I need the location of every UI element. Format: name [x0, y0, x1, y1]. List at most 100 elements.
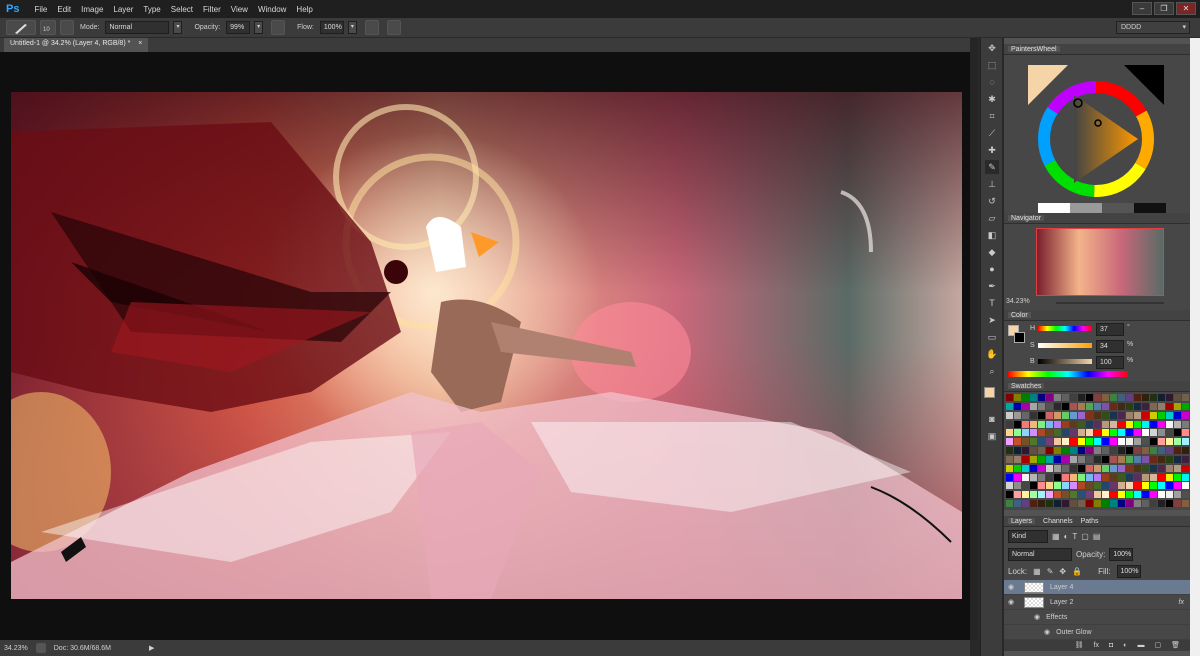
- swatch-cell[interactable]: [1134, 473, 1141, 481]
- swatch-cell[interactable]: [1182, 473, 1189, 481]
- swatch-cell[interactable]: [1006, 455, 1013, 463]
- swatch-cell[interactable]: [1006, 464, 1013, 472]
- color-wheel[interactable]: [1004, 55, 1190, 213]
- brightness-input[interactable]: 100: [1096, 356, 1124, 369]
- swatch-cell[interactable]: [1046, 464, 1053, 472]
- swatch-cell[interactable]: [1006, 482, 1013, 490]
- swatch-cell[interactable]: [1070, 438, 1077, 446]
- swatch-cell[interactable]: [1062, 464, 1069, 472]
- swatch-cell[interactable]: [1038, 411, 1045, 419]
- swatch-cell[interactable]: [1086, 402, 1093, 410]
- swatch-cell[interactable]: [1078, 402, 1085, 410]
- swatch-cell[interactable]: [1110, 402, 1117, 410]
- swatch-cell[interactable]: [1006, 420, 1013, 428]
- swatch-cell[interactable]: [1054, 482, 1061, 490]
- swatch-cell[interactable]: [1086, 464, 1093, 472]
- swatch-cell[interactable]: [1094, 429, 1101, 437]
- swatch-cell[interactable]: [1142, 420, 1149, 428]
- swatch-cell[interactable]: [1102, 438, 1109, 446]
- swatch-cell[interactable]: [1126, 464, 1133, 472]
- swatch-cell[interactable]: [1158, 482, 1165, 490]
- swatch-cell[interactable]: [1142, 429, 1149, 437]
- swatch-cell[interactable]: [1150, 464, 1157, 472]
- swatch-cell[interactable]: [1054, 473, 1061, 481]
- crop-tool-icon[interactable]: ⌗: [985, 109, 999, 123]
- navigator-tab[interactable]: Navigator: [1008, 215, 1044, 222]
- swatch-cell[interactable]: [1182, 491, 1189, 499]
- swatch-cell[interactable]: [1006, 438, 1013, 446]
- swatch-cell[interactable]: [1046, 447, 1053, 455]
- brightness-slider[interactable]: [1038, 359, 1092, 364]
- swatch-cell[interactable]: [1038, 438, 1045, 446]
- artwork-canvas[interactable]: [11, 92, 962, 599]
- swatch-cell[interactable]: [1062, 455, 1069, 463]
- swatch-cell[interactable]: [1174, 464, 1181, 472]
- swatch-cell[interactable]: [1182, 411, 1189, 419]
- swatch-cell[interactable]: [1038, 447, 1045, 455]
- swatch-cell[interactable]: [1086, 420, 1093, 428]
- painterswheel-tab[interactable]: PaintersWheel: [1008, 46, 1060, 53]
- swatch-cell[interactable]: [1086, 394, 1093, 401]
- swatch-cell[interactable]: [1166, 402, 1173, 410]
- swatch-cell[interactable]: [1030, 455, 1037, 463]
- swatch-cell[interactable]: [1078, 411, 1085, 419]
- swatch-cell[interactable]: [1030, 491, 1037, 499]
- swatch-cell[interactable]: [1166, 420, 1173, 428]
- mode-select[interactable]: Normal: [105, 21, 170, 34]
- swatch-cell[interactable]: [1110, 464, 1117, 472]
- swatch-cell[interactable]: [1126, 473, 1133, 481]
- layer-row[interactable]: ◉ Layer 2 fx: [1004, 595, 1190, 610]
- swatch-cell[interactable]: [1078, 482, 1085, 490]
- swatch-cell[interactable]: [1110, 473, 1117, 481]
- flow-dropdown-arrow[interactable]: ▾: [347, 21, 357, 34]
- swatch-cell[interactable]: [1134, 402, 1141, 410]
- swatch-cell[interactable]: [1078, 500, 1085, 508]
- swatch-cell[interactable]: [1102, 420, 1109, 428]
- swatch-cell[interactable]: [1062, 500, 1069, 508]
- swatch-cell[interactable]: [1078, 464, 1085, 472]
- status-arrow-icon[interactable]: ▶: [149, 644, 154, 652]
- swatch-cell[interactable]: [1174, 482, 1181, 490]
- swatch-cell[interactable]: [1134, 438, 1141, 446]
- swatch-cell[interactable]: [1118, 420, 1125, 428]
- swatch-cell[interactable]: [1046, 491, 1053, 499]
- swatch-cell[interactable]: [1150, 411, 1157, 419]
- menu-image[interactable]: Image: [76, 5, 108, 14]
- swatch-cell[interactable]: [1134, 491, 1141, 499]
- swatch-cell[interactable]: [1166, 447, 1173, 455]
- lock-pixels-icon[interactable]: ✎: [1047, 567, 1054, 576]
- swatch-cell[interactable]: [1062, 491, 1069, 499]
- swatch-cell[interactable]: [1070, 429, 1077, 437]
- swatch-cell[interactable]: [1102, 464, 1109, 472]
- swatch-cell[interactable]: [1022, 420, 1029, 428]
- swatch-cell[interactable]: [1014, 429, 1021, 437]
- swatch-cell[interactable]: [1030, 420, 1037, 428]
- swatch-cell[interactable]: [1094, 411, 1101, 419]
- eraser-tool-icon[interactable]: ▱: [985, 211, 999, 225]
- swatch-cell[interactable]: [1174, 473, 1181, 481]
- add-mask-icon[interactable]: ◘: [1109, 642, 1113, 649]
- tool-preset-picker[interactable]: [6, 20, 36, 35]
- swatch-cell[interactable]: [1110, 394, 1117, 401]
- menu-select[interactable]: Select: [166, 5, 198, 14]
- swatch-cell[interactable]: [1150, 491, 1157, 499]
- swatch-cell[interactable]: [1126, 402, 1133, 410]
- hand-tool-icon[interactable]: ✋: [985, 347, 999, 361]
- swatch-cell[interactable]: [1166, 455, 1173, 463]
- swatch-cell[interactable]: [1006, 500, 1013, 508]
- pressure-size-icon[interactable]: [386, 20, 401, 35]
- swatch-cell[interactable]: [1134, 394, 1141, 401]
- status-zoom[interactable]: 34.23%: [4, 645, 28, 652]
- swatch-cell[interactable]: [1070, 402, 1077, 410]
- swatch-cell[interactable]: [1118, 402, 1125, 410]
- swatch-cell[interactable]: [1086, 473, 1093, 481]
- swatch-cell[interactable]: [1054, 455, 1061, 463]
- swatch-cell[interactable]: [1110, 411, 1117, 419]
- swatch-cell[interactable]: [1142, 455, 1149, 463]
- swatch-cell[interactable]: [1134, 464, 1141, 472]
- filter-pixel-icon[interactable]: ▦: [1052, 532, 1060, 541]
- swatch-cell[interactable]: [1118, 411, 1125, 419]
- swatch-cell[interactable]: [1126, 394, 1133, 401]
- swatch-cell[interactable]: [1062, 420, 1069, 428]
- swatch-cell[interactable]: [1038, 482, 1045, 490]
